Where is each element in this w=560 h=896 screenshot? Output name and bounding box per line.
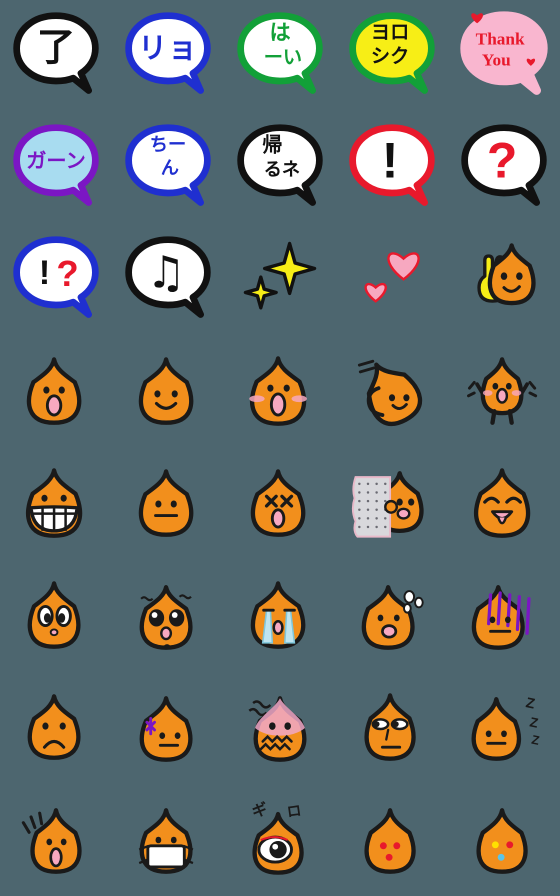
sticker-cell-face-surprised-exclaim[interactable]: Surprised / realization — [0, 784, 112, 896]
svg-text:ギ: ギ — [250, 800, 269, 821]
sticker-cell-face-x-eyes[interactable]: Dizzy / knocked out — [224, 448, 336, 560]
svg-text:!: ! — [382, 133, 399, 189]
svg-text:ヨロ: ヨロ — [371, 23, 409, 44]
sticker-cell-face-neutral[interactable]: Expressionless — [112, 448, 224, 560]
sticker-cell-face-blushing-embarrassed[interactable]: Embarrassed / flustered — [224, 672, 336, 784]
sticker-cell-face-crying[interactable]: Crying — [224, 560, 336, 672]
sticker-cell-face-gloomy-lines[interactable]: Depressed / gloomy — [448, 560, 560, 672]
sticker-cell-bubble-interrobang[interactable]: !?Surprise / confusion — [0, 224, 112, 336]
sticker-cell-bubble-question[interactable]: ?Question mark — [448, 112, 560, 224]
sticker-cell-hearts[interactable]: Love / hearts — [336, 224, 448, 336]
sticker-cell-face-laughing-tongue[interactable]: Delighted / playful — [448, 448, 560, 560]
sticker-cell-bubble-kaeru-ne[interactable]: 帰るネI'm heading home — [224, 112, 336, 224]
sticker-cell-face-angry-vein[interactable]: Angry / irritated — [112, 672, 224, 784]
svg-text:るネ: るネ — [264, 159, 300, 180]
emoji-sticker-grid: 了Understood / RogerリョRoger (slang)はーいYes… — [0, 0, 560, 896]
sticker-cell-face-open-mouth[interactable]: Surprised / speaking — [0, 336, 112, 448]
svg-text:?: ? — [487, 133, 518, 189]
sticker-cell-face-glaring-giro[interactable]: ギロGlaring / staring — [224, 784, 336, 896]
sticker-cell-face-cheering-arms-up[interactable]: Cheering / banzai — [448, 336, 560, 448]
sticker-cell-bubble-haai[interactable]: はーいYes / Okay — [224, 0, 336, 112]
svg-text:ーい: ーい — [264, 48, 302, 69]
svg-text:帰: 帰 — [262, 134, 282, 157]
sticker-cell-bubble-ryo-katakana[interactable]: リョRoger (slang) — [112, 0, 224, 112]
sticker-cell-face-trembling-nervous[interactable]: Nervous / trembling — [112, 560, 224, 672]
svg-text:?: ? — [56, 253, 78, 294]
svg-text:は: は — [269, 22, 290, 45]
sticker-cell-bubble-exclamation[interactable]: !Exclamation mark — [336, 112, 448, 224]
svg-text:リョ: リョ — [138, 33, 198, 65]
svg-text:Z: Z — [528, 714, 539, 730]
sticker-cell-face-suspicious-side-eye[interactable]: Suspicious / doubtful — [336, 672, 448, 784]
sticker-cell-face-big-grin[interactable]: Big laugh — [0, 448, 112, 560]
sticker-cell-bubble-thank-you[interactable]: ThankYouThank You with hearts — [448, 0, 560, 112]
sticker-cell-face-shocked-sweat[interactable]: Panic / flustered — [336, 560, 448, 672]
svg-text:♫: ♫ — [146, 248, 186, 299]
sticker-cell-face-sad-frown[interactable]: Sad — [0, 672, 112, 784]
sticker-cell-face-sleeping-zzz[interactable]: ZZZSleeping — [448, 672, 560, 784]
sticker-cell-face-peeking-behind-wall[interactable]: Hiding / peeking — [336, 448, 448, 560]
sticker-cell-face-smile[interactable]: Happy smile — [112, 336, 224, 448]
sticker-cell-face-blush-open-mouth[interactable]: Excited / bashful — [224, 336, 336, 448]
svg-text:ちー: ちー — [150, 134, 186, 155]
svg-text:Z: Z — [524, 695, 536, 713]
svg-text:ん: ん — [161, 157, 179, 178]
sticker-cell-face-with-mask[interactable]: Sick / wearing mask — [112, 784, 224, 896]
svg-text:Z: Z — [530, 733, 541, 748]
sticker-cell-face-red-dots[interactable]: Abstract face (red dots) — [336, 784, 448, 896]
sticker-cell-sparkles[interactable]: Sparkle / shine — [224, 224, 336, 336]
sticker-cell-face-big-eyes-worried[interactable]: Worried / pleading — [0, 560, 112, 672]
svg-text:シク: シク — [371, 46, 409, 68]
sticker-cell-bubble-gaan[interactable]: ガーンShock / Gasp — [0, 112, 112, 224]
sticker-cell-face-tricolor-dots[interactable]: Abstract face (color dots) — [448, 784, 560, 896]
sticker-cell-bubble-music-note[interactable]: ♫Music note — [112, 224, 224, 336]
svg-text:了: 了 — [37, 26, 75, 69]
svg-text:Thank: Thank — [476, 29, 525, 48]
svg-text:!: ! — [39, 254, 51, 292]
sticker-cell-face-peace-sign[interactable]: Peace sign / victory — [448, 224, 560, 336]
sticker-cell-bubble-yoroshiku[interactable]: ヨロシクPlease / Nice to meet you — [336, 0, 448, 112]
sticker-cell-bubble-ryou[interactable]: 了Understood / Roger — [0, 0, 112, 112]
svg-text:You: You — [482, 51, 511, 70]
sticker-cell-face-bowing[interactable]: Bowing / apology — [336, 336, 448, 448]
svg-text:ロ: ロ — [286, 803, 302, 821]
sticker-cell-bubble-chiin[interactable]: ちーんChin (defeated sound) — [112, 112, 224, 224]
svg-text:ガーン: ガーン — [26, 150, 85, 173]
